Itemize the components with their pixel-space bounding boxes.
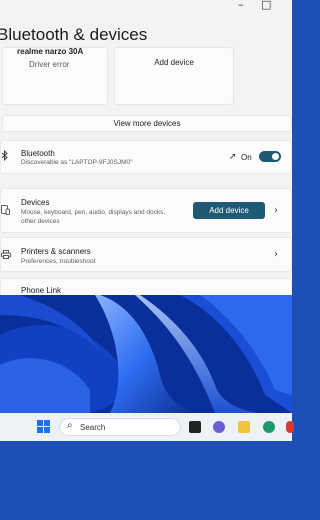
device-status: Driver error	[29, 60, 70, 69]
devices-subtitle-2: other devices	[21, 218, 60, 225]
edge-icon[interactable]	[263, 421, 275, 433]
chevron-right-icon: ›	[274, 249, 278, 260]
file-explorer-icon[interactable]	[238, 421, 250, 433]
phone-link-row[interactable]: Phone Link	[0, 278, 292, 295]
device-name: realme narzo 30A	[17, 47, 84, 56]
toggle-knob	[272, 153, 279, 160]
printers-title: Printers & scanners	[21, 247, 91, 256]
mouse-cursor-icon: ➚	[229, 152, 237, 162]
minimize-button[interactable]: –	[238, 0, 244, 11]
search-icon: ⌕	[67, 420, 73, 431]
add-device-card-label: Add device	[154, 58, 194, 67]
devices-row[interactable]: Devices Mouse, keyboard, pen, audio, dis…	[0, 188, 292, 233]
taskbar-search-box[interactable]: ⌕ Search	[59, 418, 181, 436]
chevron-right-icon: ›	[274, 205, 278, 216]
devices-icon	[1, 205, 11, 218]
bluetooth-icon	[1, 149, 11, 164]
chrome-icon[interactable]	[286, 421, 294, 433]
phone-link-title: Phone Link	[21, 286, 62, 295]
device-card-realme[interactable]: realme narzo 30A Driver error	[2, 47, 108, 105]
bluetooth-toggle[interactable]	[259, 151, 281, 162]
add-device-button[interactable]: Add device	[193, 202, 265, 219]
bluetooth-title: Bluetooth	[21, 149, 55, 158]
view-more-devices-button[interactable]: View more devices	[2, 115, 292, 132]
maximize-button[interactable]: □	[261, 0, 271, 11]
printers-subtitle: Preferences, troubleshoot	[21, 258, 96, 265]
taskbar: ⌕ Search	[0, 413, 294, 441]
devices-title: Devices	[21, 198, 50, 207]
windows-start-icon[interactable]	[37, 420, 51, 434]
printers-row[interactable]: Printers & scanners Preferences, trouble…	[0, 237, 292, 272]
bluetooth-state-label: On	[241, 153, 252, 162]
backdrop	[0, 441, 292, 520]
search-placeholder: Search	[80, 423, 106, 432]
title-bar: – □	[0, 0, 292, 11]
desktop-wallpaper	[0, 295, 292, 413]
task-view-icon[interactable]	[189, 421, 201, 433]
teams-chat-icon[interactable]	[213, 421, 225, 433]
settings-window: – □ Bluetooth & devices realme narzo 30A…	[0, 0, 292, 295]
bluetooth-subtitle: Discoverable as "LAPTOP-9FJ0SJM0"	[21, 159, 133, 166]
bluetooth-row[interactable]: Bluetooth Discoverable as "LAPTOP-9FJ0SJ…	[0, 140, 292, 174]
add-device-card[interactable]: Add device	[114, 47, 234, 105]
printer-icon	[1, 250, 11, 262]
page-title: Bluetooth & devices	[0, 25, 148, 44]
devices-subtitle-1: Mouse, keyboard, pen, audio, displays an…	[21, 209, 166, 216]
